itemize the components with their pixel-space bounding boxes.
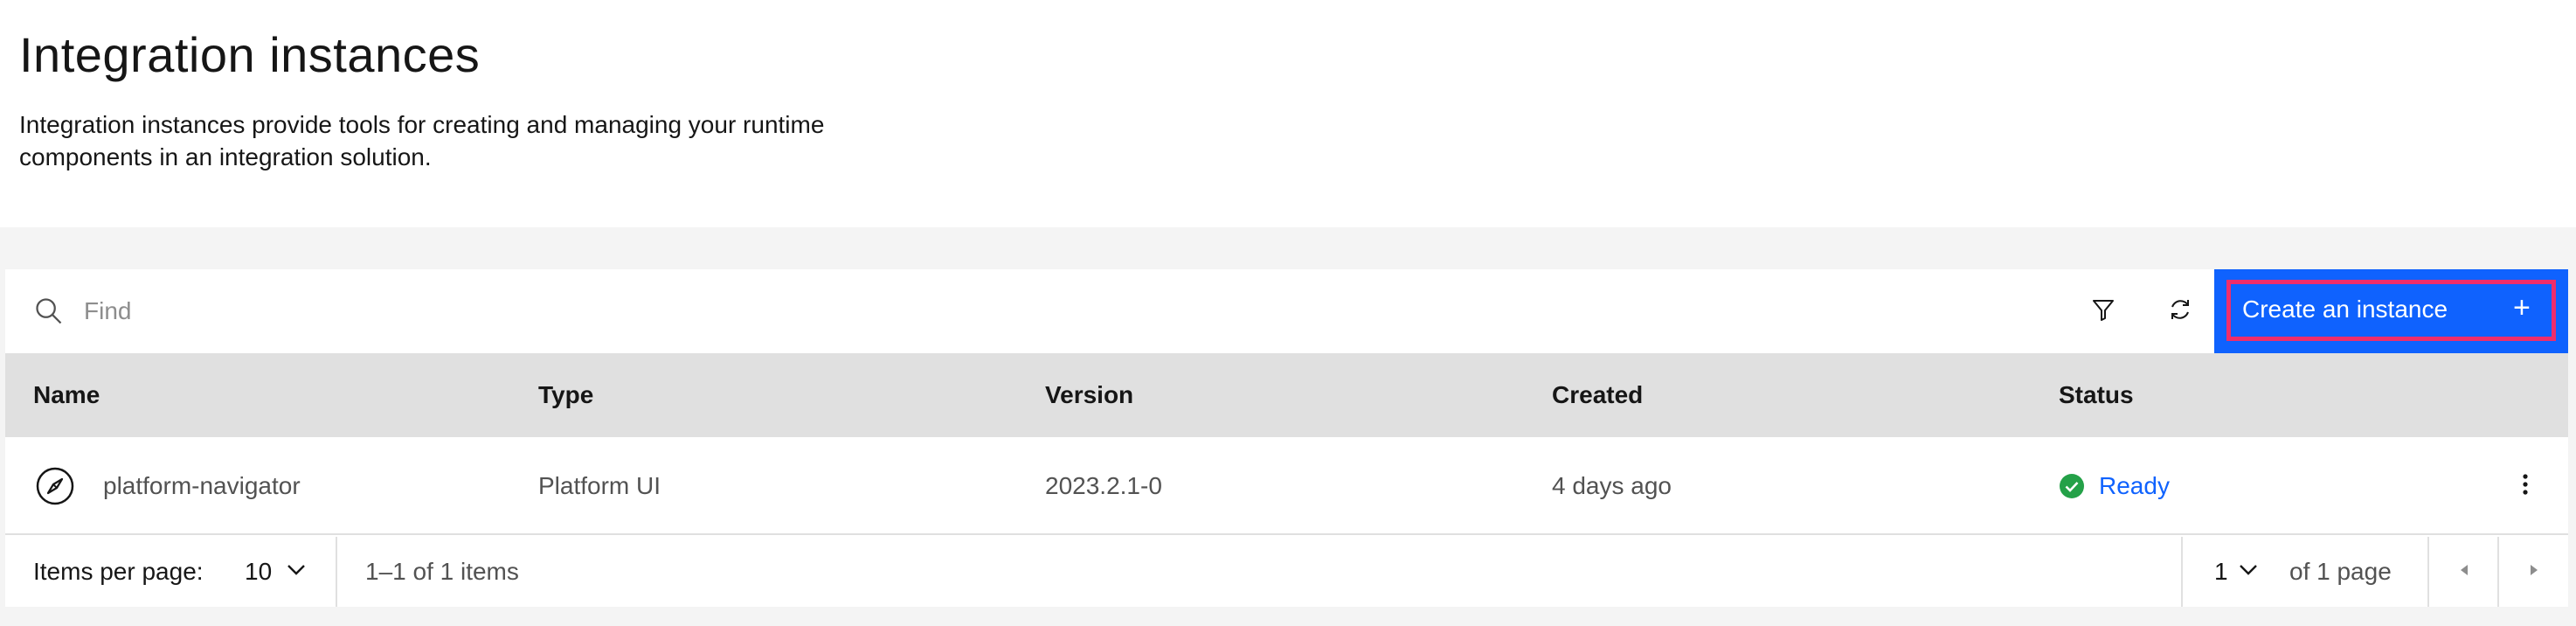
items-per-page-select[interactable]: 10 [232, 537, 320, 607]
refresh-button[interactable] [2141, 269, 2219, 353]
overflow-menu-icon [2522, 473, 2529, 500]
page-number-value: 1 [2214, 558, 2228, 585]
pagination-divider [2181, 537, 2183, 607]
chevron-down-icon [2239, 563, 2258, 581]
item-range-text: 1–1 of 1 items [365, 558, 519, 585]
column-header-version[interactable]: Version [1045, 381, 1133, 409]
page-title: Integration instances [19, 27, 481, 82]
instance-version: 2023.2.1-0 [1045, 472, 1162, 499]
compass-icon [35, 466, 75, 506]
instance-created: 4 days ago [1552, 472, 1672, 499]
instance-name: platform-navigator [103, 472, 301, 499]
items-per-page-value: 10 [245, 558, 273, 585]
add-icon: + [2513, 291, 2531, 324]
pagination: Items per page: 10 1–1 of 1 items 1 of 1… [5, 537, 2568, 607]
page-header: Integration instances Integration instan… [0, 0, 2576, 227]
column-header-status[interactable]: Status [2059, 381, 2134, 409]
items-per-page-label: Items per page: [33, 558, 204, 585]
page-total-text: of 1 page [2289, 558, 2392, 585]
caret-left-icon [2458, 563, 2470, 581]
create-instance-button[interactable]: Create an instance + [2214, 269, 2568, 353]
create-instance-label: Create an instance [2242, 296, 2448, 323]
filter-icon [2089, 296, 2117, 328]
checkmark-filled-icon [2059, 473, 2085, 499]
next-page-button[interactable] [2499, 537, 2569, 607]
overflow-menu-button[interactable] [2501, 462, 2550, 511]
page-description: Integration instances provide tools for … [19, 111, 825, 170]
filter-button[interactable] [2064, 269, 2143, 353]
table-header: Name Type Version Created Status [5, 353, 2568, 437]
instances-table: Create an instance + Name Type Version C… [5, 269, 2568, 607]
table-toolbar: Create an instance + [5, 269, 2568, 353]
column-header-created[interactable]: Created [1552, 381, 1643, 409]
column-header-name[interactable]: Name [33, 381, 100, 409]
instance-type: Platform UI [538, 472, 661, 499]
refresh-icon [2166, 296, 2194, 328]
column-header-type[interactable]: Type [538, 381, 593, 409]
search-input[interactable] [84, 285, 2006, 337]
table-row[interactable]: platform-navigator Platform UI 2023.2.1-… [5, 437, 2568, 535]
page-select[interactable]: 1 [2185, 537, 2257, 607]
caret-right-icon [2528, 563, 2540, 581]
previous-page-button[interactable] [2429, 537, 2499, 607]
chevron-down-icon [287, 563, 306, 581]
pagination-divider [336, 537, 337, 607]
search-icon [33, 296, 65, 327]
status-link[interactable]: Ready [2099, 472, 2170, 500]
